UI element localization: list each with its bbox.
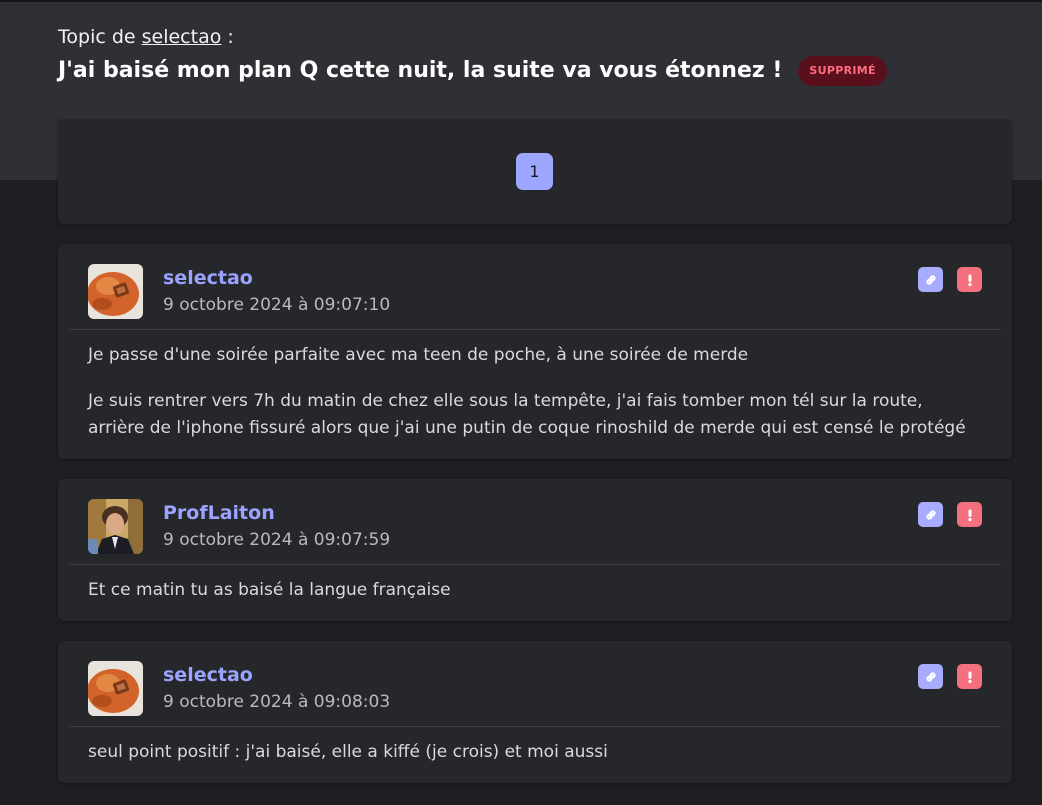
post-paragraph: Je passe d'une soirée parfaite avec ma t… [88,345,749,365]
post-paragraph: Je suis rentrer vers 7h du matin de chez… [88,391,966,438]
post-divider [69,329,1001,330]
post-paragraph: Et ce matin tu as baisé la langue frança… [88,580,451,600]
post-author-link[interactable]: ProfLaiton [163,500,275,526]
post-divider [69,726,1001,727]
post-divider [69,564,1001,565]
post-card: selectao 9 octobre 2024 à 09:08:03 seul … [58,641,1012,783]
exclamation-icon [967,671,972,683]
report-button[interactable] [957,664,982,689]
link-icon [925,671,936,682]
post-date: 9 octobre 2024 à 09:07:10 [163,295,391,315]
pagination: 1 [58,119,1012,224]
topic-by-suffix: : [227,26,234,48]
title-row: J'ai baisé mon plan Q cette nuit, la sui… [58,56,1012,86]
topic-header: Topic de selectao : J'ai baisé mon plan … [58,24,1012,86]
avatar[interactable] [88,499,143,554]
topic-by-prefix: Topic de [58,26,136,48]
topic-author-line: Topic de selectao : [58,24,1012,50]
avatar[interactable] [88,661,143,716]
avatar[interactable] [88,264,143,319]
page-button-1[interactable]: 1 [516,153,553,190]
page-title: J'ai baisé mon plan Q cette nuit, la sui… [58,58,783,83]
post-date: 9 octobre 2024 à 09:08:03 [163,692,391,712]
post-date: 9 octobre 2024 à 09:07:59 [163,530,391,550]
exclamation-icon [967,274,972,286]
post-header: selectao 9 octobre 2024 à 09:08:03 [58,641,1012,727]
post-header: selectao 9 octobre 2024 à 09:07:10 [58,244,1012,330]
post-author-link[interactable]: selectao [163,662,253,688]
report-button[interactable] [957,502,982,527]
exclamation-icon [967,509,972,521]
link-icon [925,509,936,520]
permalink-button[interactable] [918,267,943,292]
permalink-button[interactable] [918,502,943,527]
topic-author-link[interactable]: selectao [142,26,222,48]
link-icon [925,274,936,285]
report-button[interactable] [957,267,982,292]
post-body: Et ce matin tu as baisé la langue frança… [58,564,1012,618]
post-card: ProfLaiton 9 octobre 2024 à 09:07:59 Et … [58,479,1012,621]
post-card: selectao 9 octobre 2024 à 09:07:10 Je pa… [58,244,1012,459]
status-badge: SUPPRIMÉ [798,56,887,86]
post-body: seul point positif : j'ai baisé, elle a … [58,726,1012,780]
post-body: Je passe d'une soirée parfaite avec ma t… [58,329,1012,456]
post-paragraph: seul point positif : j'ai baisé, elle a … [88,742,608,762]
permalink-button[interactable] [918,664,943,689]
post-author-link[interactable]: selectao [163,265,253,291]
post-header: ProfLaiton 9 octobre 2024 à 09:07:59 [58,479,1012,565]
